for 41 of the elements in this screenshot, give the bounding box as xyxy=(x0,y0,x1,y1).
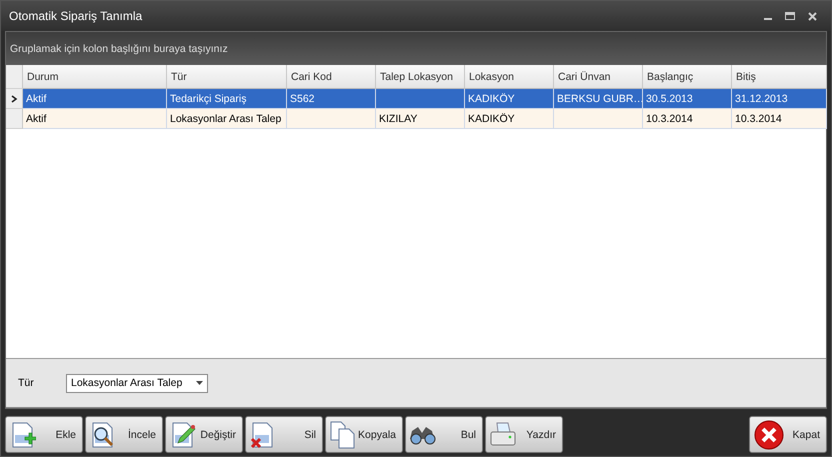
table-cell: KADIKÖY xyxy=(465,89,554,109)
inspect-button[interactable]: İncele xyxy=(85,416,163,453)
table-cell: KIZILAY xyxy=(376,109,465,129)
filter-label: Tür xyxy=(18,377,35,389)
column-header[interactable]: Talep Lokasyon xyxy=(376,65,465,89)
group-hint: Gruplamak için kolon başlığını buraya taşıyınız xyxy=(10,42,228,54)
table-cell: S562 xyxy=(287,89,376,109)
table-cell: 30.5.2013 xyxy=(643,89,732,109)
magnifier-icon xyxy=(90,420,116,448)
column-header[interactable]: Durum xyxy=(23,65,167,89)
close-icon xyxy=(754,420,784,450)
table-cell: Lokasyonlar Arası Talep xyxy=(167,109,287,129)
column-header[interactable]: Cari Ünvan xyxy=(554,65,643,89)
close-button[interactable]: Kapat xyxy=(749,416,827,453)
delete-button[interactable]: Sil xyxy=(245,416,323,453)
table-cell: Tedarikçi Sipariş xyxy=(167,89,287,109)
table-cell: 31.12.2013 xyxy=(732,89,827,109)
copy-button[interactable]: Kopyala xyxy=(325,416,403,453)
print-button[interactable]: Yazdır xyxy=(485,416,563,453)
window-title: Otomatik Sipariş Tanımla xyxy=(9,9,144,23)
column-header[interactable]: Başlangıç xyxy=(643,65,732,89)
table-cell: KADIKÖY xyxy=(465,109,554,129)
copy-icon xyxy=(330,420,356,448)
row-header[interactable] xyxy=(6,89,23,109)
edit-button[interactable]: Değiştir xyxy=(165,416,243,453)
column-header[interactable]: Cari Kod xyxy=(287,65,376,89)
row-indicator-icon xyxy=(10,94,18,102)
table-cell: Aktif xyxy=(23,89,167,109)
type-dropdown[interactable]: Lokasyonlar Arası Talep xyxy=(66,374,208,392)
printer-icon xyxy=(490,420,516,448)
dropdown-arrow-icon xyxy=(196,381,203,385)
column-header[interactable]: Tür xyxy=(167,65,287,89)
find-button[interactable]: Bul xyxy=(405,416,483,453)
table-cell: Aktif xyxy=(23,109,167,129)
column-header[interactable]: Lokasyon xyxy=(465,65,554,89)
table-cell: 10.3.2014 xyxy=(732,109,827,129)
add-button[interactable]: Ekle xyxy=(5,416,83,453)
document-plus-icon xyxy=(10,420,36,448)
pencil-icon xyxy=(170,420,196,448)
table-cell: 10.3.2014 xyxy=(643,109,732,129)
column-header[interactable]: Bitiş xyxy=(732,65,827,89)
